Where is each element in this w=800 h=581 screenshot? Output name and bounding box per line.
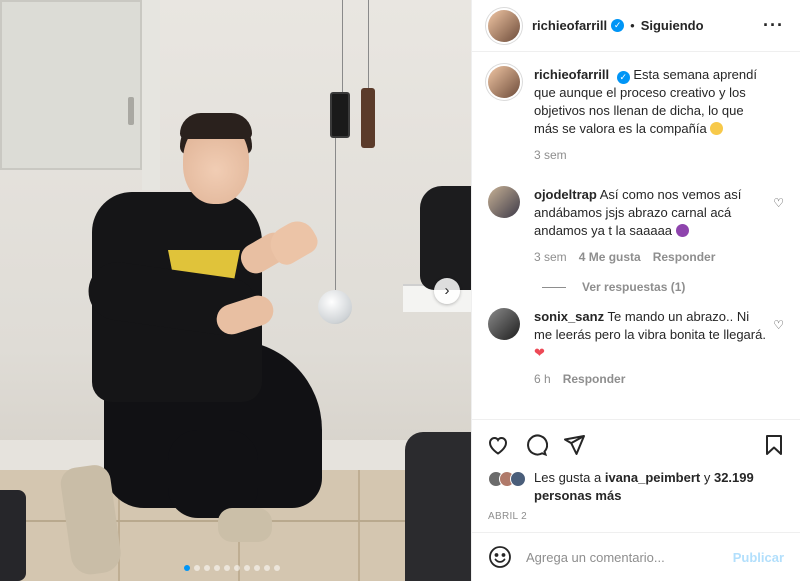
avatar[interactable] (488, 66, 520, 98)
action-bar (472, 419, 800, 469)
heart-icon[interactable] (486, 433, 510, 457)
backpack (405, 432, 471, 581)
sneaker (218, 508, 272, 542)
emoji-icon (710, 122, 724, 135)
reply-button[interactable]: Responder (563, 370, 626, 388)
view-replies-button[interactable]: Ver respuestas (1) (542, 280, 784, 294)
verified-badge-icon: ✓ (616, 71, 630, 84)
post-date[interactable]: ABRIL 2 (472, 505, 800, 532)
share-icon[interactable] (562, 433, 586, 457)
caption-time[interactable]: 3 sem (534, 146, 567, 164)
liker-avatars (488, 471, 526, 487)
liker-username[interactable]: ivana_peimbert (605, 470, 700, 485)
heart-icon[interactable]: ♡ (773, 196, 784, 210)
comment-username[interactable]: ojodeltrap (534, 187, 597, 202)
carousel-dot (244, 565, 250, 571)
separator: • (630, 18, 635, 33)
heart-icon[interactable]: ♡ (773, 318, 784, 332)
hanging-phone (330, 92, 350, 138)
chevron-right-icon[interactable]: › (434, 278, 460, 304)
verified-badge-icon: ✓ (611, 19, 625, 32)
more-options-icon[interactable]: ··· (763, 15, 784, 36)
caption: richieofarrill ✓ Esta semana aprendí que… (488, 66, 784, 164)
emoji-icon (675, 224, 689, 237)
comments-list: richieofarrill ✓ Esta semana aprendí que… (472, 52, 800, 419)
caption-username[interactable]: richieofarrill (534, 67, 609, 82)
emoji-picker-icon[interactable] (488, 545, 512, 569)
avatar[interactable] (488, 9, 520, 42)
backpack (420, 186, 471, 290)
comment-username[interactable]: sonix_sanz (534, 309, 604, 324)
post-header: richieofarrill ✓ • Siguiendo ··· (472, 0, 800, 52)
carousel-dot (184, 565, 190, 571)
author-username[interactable]: richieofarrill (532, 18, 607, 33)
comment-likes[interactable]: 4 Me gusta (579, 248, 641, 266)
instagram-post: › richieofarrill ✓ • Siguiendo ··· richi… (0, 0, 800, 581)
comment-time[interactable]: 6 h (534, 370, 551, 388)
avatar[interactable] (488, 308, 520, 340)
view-replies-label: Ver respuestas (1) (582, 280, 686, 294)
carousel-dot (234, 565, 240, 571)
carousel-dots (184, 565, 280, 571)
following-button[interactable]: Siguiendo (641, 18, 704, 33)
carousel-dot (264, 565, 270, 571)
post-photo[interactable]: › (0, 0, 471, 581)
add-comment-bar: Publicar (472, 532, 800, 581)
post-sidebar: richieofarrill ✓ • Siguiendo ··· richieo… (471, 0, 800, 581)
reply-button[interactable]: Responder (653, 248, 716, 266)
wall-panel (0, 0, 142, 170)
comment: sonix_sanz Te mando un abrazo.. Ni me le… (488, 308, 784, 388)
carousel-dot (214, 565, 220, 571)
likes-prefix: Les gusta a (534, 470, 602, 485)
comment: ojodeltrap Así como nos vemos así andába… (488, 186, 784, 266)
comment-time[interactable]: 3 sem (534, 248, 567, 266)
hanging-phone-case (361, 88, 375, 148)
carousel-dot (274, 565, 280, 571)
publish-button[interactable]: Publicar (733, 550, 784, 565)
carousel-dot (224, 565, 230, 571)
comment-input[interactable] (526, 549, 733, 565)
likes-middle: y (703, 470, 711, 485)
heart-emoji-icon: ❤ (534, 345, 545, 360)
comment-icon[interactable] (524, 433, 548, 457)
avatar[interactable] (488, 186, 520, 218)
hanging-ball (318, 290, 352, 324)
carousel-dot (194, 565, 200, 571)
carousel-dot (254, 565, 260, 571)
likes-summary: Les gusta a ivana_peimbert y 32.199 pers… (472, 469, 800, 505)
carousel-dot (204, 565, 210, 571)
bookmark-icon[interactable] (762, 433, 786, 457)
